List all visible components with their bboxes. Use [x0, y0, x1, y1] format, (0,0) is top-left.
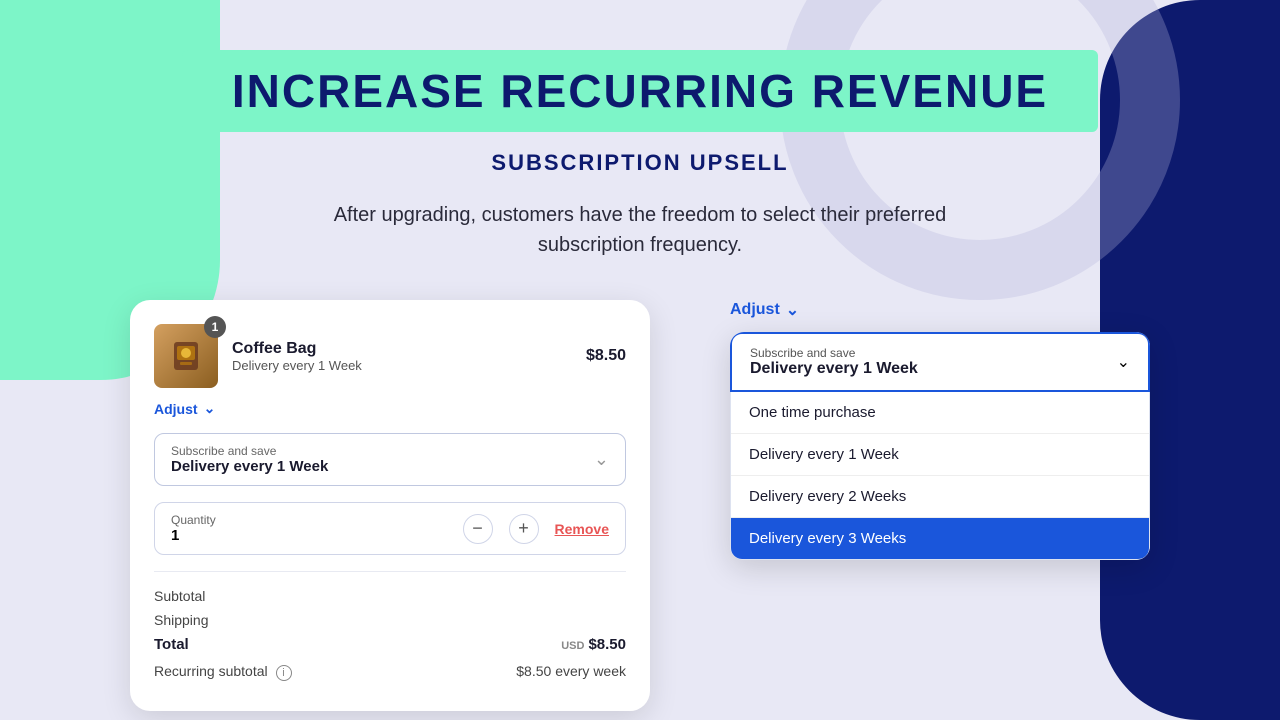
coffee-bag-icon: [166, 336, 206, 376]
dropdown-chevron-icon: ⌄: [594, 449, 609, 470]
right-panel: Adjust ⌄ Subscribe and save Delivery eve…: [730, 300, 1150, 560]
dropdown-option[interactable]: One time purchase: [731, 392, 1149, 434]
dropdown-header[interactable]: Subscribe and save Delivery every 1 Week…: [730, 332, 1150, 392]
dropdown-header-info: Subscribe and save Delivery every 1 Week: [750, 346, 918, 378]
adjust-right-button[interactable]: Adjust ⌄: [730, 300, 799, 320]
info-icon[interactable]: i: [276, 665, 292, 681]
chevron-down-icon: ⌄: [204, 400, 216, 417]
dropdown-header-label: Subscribe and save: [750, 346, 918, 360]
quantity-row: Quantity 1 − + Remove: [154, 502, 626, 555]
product-image-wrapper: 1: [154, 324, 218, 388]
sub-dropdown-label: Subscribe and save: [171, 444, 328, 458]
description-text: After upgrading, customers have the free…: [280, 200, 1000, 260]
subscription-dropdown[interactable]: Subscribe and save Delivery every 1 Week…: [154, 433, 626, 486]
usd-label: USD: [561, 640, 584, 652]
title-box: INCREASE RECURRING REVENUE: [182, 50, 1098, 132]
remove-button[interactable]: Remove: [555, 521, 609, 537]
subtotal-label: Subtotal: [154, 588, 205, 604]
cards-row: 1 Coffee Bag Delivery every 1 Week $8.50…: [0, 300, 1280, 711]
quantity-value: 1: [171, 527, 216, 544]
adjust-label: Adjust: [154, 401, 198, 417]
quantity-controls: − + Remove: [463, 514, 609, 544]
product-name: Coffee Bag: [232, 340, 572, 358]
product-price: $8.50: [586, 347, 626, 365]
quantity-info: Quantity 1: [171, 513, 216, 544]
product-row: 1 Coffee Bag Delivery every 1 Week $8.50: [154, 324, 626, 388]
recurring-value: $8.50 every week: [516, 663, 626, 681]
total-row: Total USD $8.50: [154, 632, 626, 657]
sub-dropdown-info: Subscribe and save Delivery every 1 Week: [171, 444, 328, 475]
cart-badge: 1: [204, 316, 226, 338]
adjust-chevron-icon: ⌄: [786, 300, 799, 320]
shipping-label: Shipping: [154, 612, 209, 628]
dropdown-options-list: One time purchaseDelivery every 1 WeekDe…: [730, 392, 1150, 560]
quantity-decrease-button[interactable]: −: [463, 514, 493, 544]
product-info: Coffee Bag Delivery every 1 Week: [232, 340, 572, 373]
dropdown-option[interactable]: Delivery every 1 Week: [731, 434, 1149, 476]
totals-section: Subtotal Shipping Total USD $8.50 Recurri…: [154, 571, 626, 687]
cart-card: 1 Coffee Bag Delivery every 1 Week $8.50…: [130, 300, 650, 711]
total-value: USD $8.50: [561, 636, 626, 653]
subtotal-row: Subtotal: [154, 584, 626, 608]
total-amount: $8.50: [588, 636, 626, 653]
dropdown-header-chevron-icon: ⌄: [1117, 352, 1130, 372]
adjust-right-label: Adjust: [730, 301, 780, 319]
sub-dropdown-value: Delivery every 1 Week: [171, 458, 328, 475]
dropdown-option[interactable]: Delivery every 2 Weeks: [731, 476, 1149, 518]
shipping-row: Shipping: [154, 608, 626, 632]
dropdown-header-value: Delivery every 1 Week: [750, 360, 918, 378]
recurring-label: Recurring subtotal i: [154, 663, 292, 681]
subscription-dropdown-panel: Subscribe and save Delivery every 1 Week…: [730, 332, 1150, 560]
main-content: INCREASE RECURRING REVENUE SUBSCRIPTION …: [0, 0, 1280, 711]
total-label: Total: [154, 636, 189, 653]
product-delivery: Delivery every 1 Week: [232, 358, 572, 373]
subtitle: SUBSCRIPTION UPSELL: [491, 150, 788, 176]
main-title: INCREASE RECURRING REVENUE: [232, 64, 1048, 118]
quantity-label: Quantity: [171, 513, 216, 527]
adjust-button[interactable]: Adjust ⌄: [154, 400, 626, 417]
quantity-increase-button[interactable]: +: [509, 514, 539, 544]
dropdown-option[interactable]: Delivery every 3 Weeks: [731, 518, 1149, 559]
recurring-row: Recurring subtotal i $8.50 every week: [154, 657, 626, 687]
